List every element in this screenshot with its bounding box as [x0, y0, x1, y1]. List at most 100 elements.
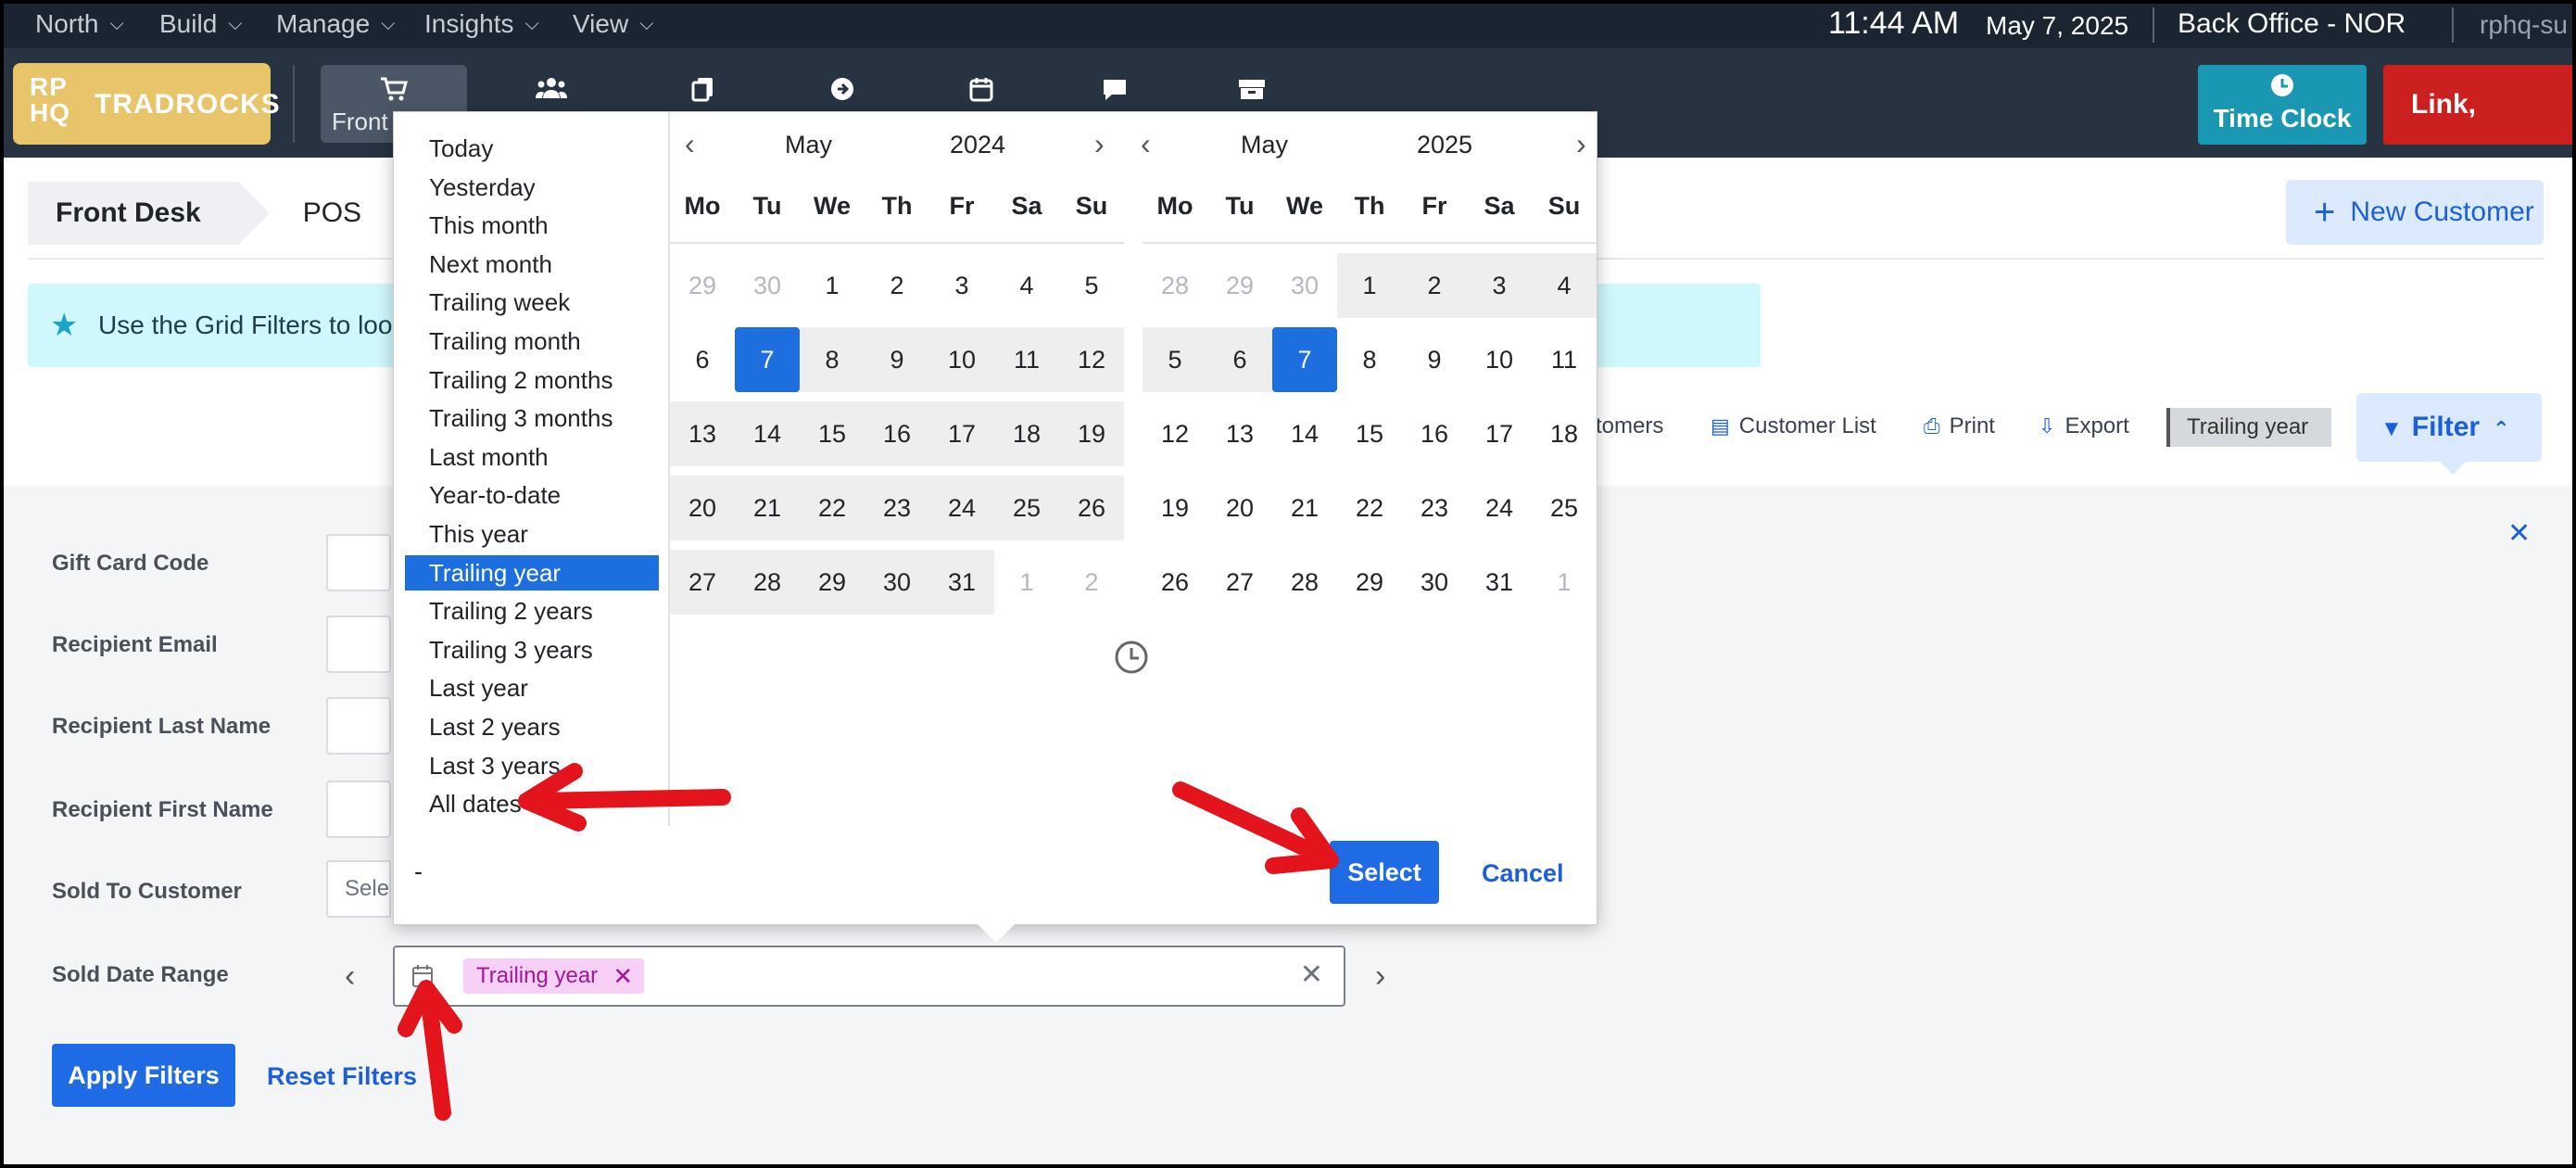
calendar-day[interactable]: 4: [1532, 253, 1597, 318]
calendar-day[interactable]: 28: [735, 550, 800, 615]
calendar-day[interactable]: 8: [800, 327, 865, 392]
customer-list-tool[interactable]: ▤ Customer List: [1711, 413, 1876, 439]
calendar-day[interactable]: 30: [865, 550, 929, 615]
preset-option[interactable]: Last 2 years: [405, 709, 659, 744]
calendar-day[interactable]: 27: [1207, 550, 1272, 615]
calendar-day[interactable]: 27: [670, 550, 735, 615]
calendar-day[interactable]: 18: [994, 401, 1059, 466]
new-customer-button[interactable]: + New Customer: [2286, 180, 2544, 245]
calendar-day[interactable]: 31: [929, 550, 994, 615]
select-button[interactable]: Select: [1330, 841, 1439, 904]
calendar-day[interactable]: 30: [1272, 253, 1337, 318]
calendar-day[interactable]: 22: [1337, 476, 1402, 540]
calendar-day[interactable]: 23: [1402, 476, 1467, 540]
preset-option[interactable]: Yesterday: [405, 170, 659, 205]
calendar-day[interactable]: 4: [994, 253, 1059, 318]
calendar-day[interactable]: 14: [1272, 401, 1337, 466]
calendar-day[interactable]: 28: [1143, 253, 1207, 318]
calendar-day[interactable]: 20: [1207, 476, 1272, 540]
remove-tag-icon[interactable]: ✕: [612, 959, 633, 994]
preset-option[interactable]: All dates: [405, 786, 659, 821]
preset-option[interactable]: This year: [405, 516, 659, 552]
calendar-day[interactable]: 25: [994, 476, 1059, 540]
calendar-day[interactable]: 6: [670, 327, 735, 392]
menu-build[interactable]: Build ⌵: [159, 0, 242, 48]
calendar-day[interactable]: 19: [1059, 401, 1124, 466]
calendar-day[interactable]: 16: [865, 401, 929, 466]
calendar-day[interactable]: 5: [1059, 253, 1124, 318]
year-name[interactable]: 2024: [950, 131, 1005, 159]
preset-option[interactable]: Last year: [405, 670, 659, 705]
calendar-day[interactable]: 6: [1207, 327, 1272, 392]
calendar-day[interactable]: 29: [670, 253, 735, 318]
recipient-email-input[interactable]: [326, 616, 391, 673]
calendar-day[interactable]: 17: [1467, 401, 1532, 466]
calendar-day[interactable]: 30: [1402, 550, 1467, 615]
calendar-day[interactable]: 24: [1467, 476, 1532, 540]
calendar-day[interactable]: 9: [865, 327, 929, 392]
calendar-day[interactable]: 14: [735, 401, 800, 466]
calendar-day[interactable]: 7: [1272, 327, 1337, 392]
date-range-next-icon[interactable]: ›: [1375, 959, 1385, 995]
calendar-day[interactable]: 28: [1272, 550, 1337, 615]
calendar-day[interactable]: 29: [800, 550, 865, 615]
preset-option[interactable]: Trailing 3 months: [405, 400, 659, 436]
calendar-day[interactable]: 26: [1143, 550, 1207, 615]
calendar-day[interactable]: 2: [1402, 253, 1467, 318]
preset-option[interactable]: Last 3 years: [405, 748, 659, 783]
calendar-day[interactable]: 21: [735, 476, 800, 540]
calendar-day[interactable]: 31: [1467, 550, 1532, 615]
calendar-day[interactable]: 3: [929, 253, 994, 318]
close-filter-icon[interactable]: ✕: [2507, 517, 2531, 550]
preset-option[interactable]: Trailing year: [405, 554, 659, 590]
clear-date-icon[interactable]: ✕: [1300, 959, 1323, 991]
calendar-day[interactable]: 15: [800, 401, 865, 466]
next-month-icon[interactable]: ›: [1576, 127, 1586, 161]
calendar-day[interactable]: 11: [994, 327, 1059, 392]
calendar-day[interactable]: 2: [865, 253, 929, 318]
calendar-day[interactable]: 25: [1532, 476, 1597, 540]
breadcrumb-pos[interactable]: POS: [275, 182, 389, 245]
calendar-day[interactable]: 23: [865, 476, 929, 540]
month-name[interactable]: May: [1241, 131, 1288, 159]
calendar-day[interactable]: 11: [1532, 327, 1597, 392]
customers-tool[interactable]: tomers: [1596, 413, 1663, 439]
calendar-day[interactable]: 16: [1402, 401, 1467, 466]
calendar-day[interactable]: 17: [929, 401, 994, 466]
preset-option[interactable]: Today: [405, 131, 659, 166]
preset-option[interactable]: Trailing 3 years: [405, 632, 659, 667]
sold-date-range-input[interactable]: Trailing year ✕ ✕: [393, 946, 1345, 1007]
menu-manage[interactable]: Manage ⌵: [276, 0, 395, 48]
calendar-day[interactable]: 24: [929, 476, 994, 540]
gift-card-code-input[interactable]: [326, 534, 391, 591]
calendar-day[interactable]: 13: [1207, 401, 1272, 466]
prev-month-icon[interactable]: ‹: [685, 127, 695, 161]
calendar-day[interactable]: 7: [735, 327, 800, 392]
preset-option[interactable]: Trailing 2 months: [405, 362, 659, 398]
cancel-button[interactable]: Cancel: [1482, 859, 1564, 888]
recipient-first-name-input[interactable]: [326, 781, 391, 838]
calendar-day[interactable]: 26: [1059, 476, 1124, 540]
calendar-day[interactable]: 19: [1143, 476, 1207, 540]
calendar-day[interactable]: 22: [800, 476, 865, 540]
time-clock-button[interactable]: Time Clock: [2198, 65, 2367, 145]
preset-option[interactable]: Trailing 2 years: [405, 593, 659, 628]
sold-to-customer-select[interactable]: Select: [326, 860, 391, 918]
date-range-prev-icon[interactable]: ‹: [345, 959, 355, 995]
calendar-day[interactable]: 12: [1059, 327, 1124, 392]
menu-north[interactable]: North ⌵: [35, 0, 124, 48]
prev-month-icon[interactable]: ‹: [1141, 127, 1151, 161]
preset-option[interactable]: Next month: [405, 247, 659, 282]
user-menu[interactable]: rphq-su: [2480, 10, 2568, 40]
calendar-day[interactable]: 30: [735, 253, 800, 318]
calendar-day[interactable]: 1: [800, 253, 865, 318]
menu-view[interactable]: View ⌵: [573, 0, 653, 48]
preset-option[interactable]: Trailing month: [405, 324, 659, 359]
filter-toggle-button[interactable]: ▼ Filter ⌃: [2356, 393, 2542, 475]
calendar-day[interactable]: 10: [1467, 327, 1532, 392]
recipient-last-name-input[interactable]: [326, 697, 391, 755]
preset-option[interactable]: Last month: [405, 439, 659, 475]
reset-filters-button[interactable]: Reset Filters: [267, 1062, 417, 1091]
office-selector[interactable]: Back Office - NOR: [2178, 8, 2406, 40]
year-name[interactable]: 2025: [1417, 131, 1472, 159]
